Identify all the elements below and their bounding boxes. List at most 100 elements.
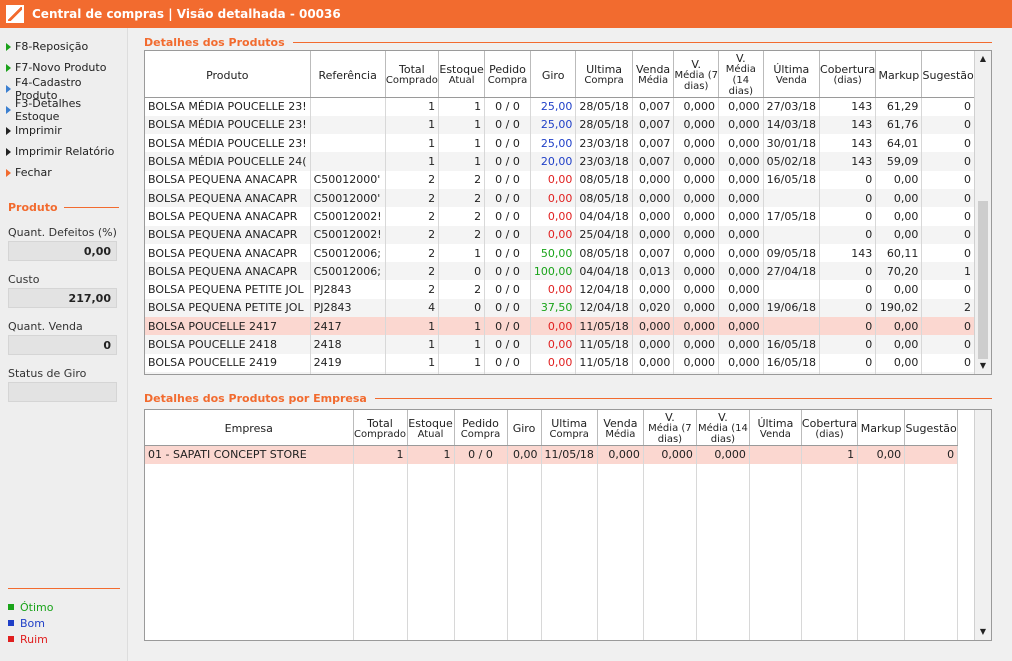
table-row[interactable]: BOLSA POUCELLE 2417 2417 1 1 0 / 0 0,00 11/05/… [145,317,991,336]
table-cell: 08/05/18 [575,188,633,208]
empresa-grid[interactable]: Empresa Total Comprado Estoque Atual Pedido Co… [144,409,992,641]
column-header[interactable]: Ultima Compra [575,51,633,98]
column-header[interactable]: Markup [857,410,906,446]
table-cell: 0,000 [673,298,720,318]
table-cell: 0 / 0 [484,262,531,281]
table-cell: 0 [921,280,975,299]
column-header[interactable]: V. Média (14 dias) [718,51,764,98]
table-cell: 0 [819,170,877,189]
column-header[interactable]: V. Média (14 dias) [696,410,750,446]
column-header[interactable]: Cobertura (dias) [801,410,859,446]
table-row[interactable]: BOLSA MÉDIA POUCELLE 23! 1 1 0 / 0 25,00 28/0… [145,115,991,135]
table-cell: 0,000 [718,134,764,153]
column-header[interactable]: Total Comprado [385,51,440,98]
table-row[interactable]: BOLSA PEQUENA PETITE JOL PJ2843 2 2 0 / 0 0,0… [145,280,991,299]
menu-item-3[interactable]: F3-Detalhes Estoque [6,97,127,123]
column-header[interactable]: Estoque Atual [438,51,486,98]
column-header[interactable]: Pedido Compra [454,410,508,446]
table-row[interactable]: 01 - SAPATI CONCEPT STORE 1 1 0 / 0 0,00 11/0… [145,445,959,464]
table-cell: 0,00 [875,371,923,374]
column-header[interactable]: Última Venda [749,410,802,446]
empty-cell [597,591,644,611]
scroll-up-icon[interactable]: ▲ [977,53,989,65]
scroll-thumb[interactable] [978,201,988,359]
column-header[interactable]: Sugestão [921,51,975,98]
column-header[interactable]: Markup [875,51,923,98]
table-cell: 0 / 0 [484,353,531,372]
table-cell: 0 [921,335,975,354]
empresa-scrollbar[interactable]: ▼ [974,410,991,640]
produto-section-label: Produto [8,201,127,214]
table-row[interactable]: BOLSA POUCELLE 24202420110 / 00,0011/05/… [145,371,991,374]
table-cell: 1 [438,317,486,336]
legend-square-icon [8,636,14,642]
empty-cell [541,482,598,501]
column-header[interactable]: Venda Média [597,410,644,446]
table-cell: BOLSA MÉDIA POUCELLE 24( [145,152,311,171]
empty-cell [597,518,644,537]
arrow-right-icon [6,168,11,177]
empty-cell [857,536,906,556]
column-header[interactable]: Empresa [145,410,354,446]
table-cell: C50012000' [310,188,386,208]
table-row[interactable]: BOLSA PEQUENA ANACAPR C50012000' 2 2 0 / 0 0,… [145,170,991,189]
table-row[interactable]: BOLSA POUCELLE 2419 2419 1 1 0 / 0 0,00 11/05/… [145,353,991,372]
table-cell: 0,000 [718,97,764,116]
empty-cell [904,555,959,574]
menu-item-0[interactable]: F8-Reposição [6,36,127,57]
column-header[interactable]: Venda Média [632,51,675,98]
table-cell: 12/04/18 [575,280,633,299]
table-row[interactable]: BOLSA PEQUENA ANACAPR C50012006; 2 0 0 / 0 10… [145,262,991,281]
table-cell: 25/04/18 [575,225,633,244]
table-cell: 0,000 [673,115,720,135]
empty-cell [407,573,455,592]
column-header[interactable]: Última Venda [763,51,821,98]
empty-cell [857,610,906,629]
column-header[interactable]: Referência [310,51,386,98]
table-cell: 0 / 0 [484,371,531,374]
table-cell: 17/05/18 [763,207,821,226]
column-header[interactable]: Pedido Compra [484,51,531,98]
column-header[interactable]: V. Média (7 dias) [643,410,697,446]
table-row[interactable]: BOLSA MÉDIA POUCELLE 23! 1 1 0 / 0 25,00 28/0… [145,97,991,116]
produtos-scrollbar[interactable]: ▲ ▼ [974,51,991,374]
table-cell: 1 [385,152,440,171]
empty-cell [904,610,959,629]
table-cell: 0 [819,298,877,318]
column-header[interactable]: Giro [530,51,577,98]
table-row[interactable]: BOLSA MÉDIA POUCELLE 24(1 1 0 / 0 20,00 23/0… [145,152,991,171]
column-header[interactable]: Estoque Atual [407,410,455,446]
column-header[interactable]: Total Comprado [353,410,408,446]
table-row[interactable]: BOLSA PEQUENA ANACAPR C50012002! 2 2 0 / 0 0,… [145,207,991,226]
column-header[interactable]: Produto [145,51,311,98]
table-row[interactable]: BOLSA PEQUENA ANACAPR C50012000' 2 2 0 / 0 0,… [145,188,991,208]
empty-cell [353,591,408,611]
table-row[interactable]: BOLSA PEQUENA PETITE JOL PJ2843 4 0 0 / 0 37,… [145,298,991,318]
column-header[interactable]: Ultima Compra [541,410,598,446]
produtos-grid[interactable]: Produto Referência Total Comprado Estoque Atu… [144,50,992,375]
table-row[interactable]: BOLSA PEQUENA ANACAPR C50012006; 2 1 0 / 0 50… [145,243,991,263]
table-cell: PJ2843 [310,298,386,318]
column-header[interactable]: Sugestão [904,410,959,446]
table-cell: 2 [438,207,486,226]
table-cell: 04/04/18 [575,207,633,226]
table-cell: 0,000 [718,371,764,374]
table-row[interactable]: BOLSA POUCELLE 2418 2418 1 1 0 / 0 0,00 11/05/… [145,335,991,354]
menu-item-5[interactable]: Imprimir Relatório [6,141,127,162]
table-cell: C50012002! [310,207,386,226]
empty-cell [643,463,697,483]
menu-item-6[interactable]: Fechar [6,162,127,183]
column-header[interactable]: Cobertura (dias) [819,51,877,98]
empty-cell [407,628,455,640]
scroll-down-icon[interactable]: ▼ [977,360,989,372]
empty-cell [857,591,906,611]
table-row[interactable]: BOLSA MÉDIA POUCELLE 23! 1 1 0 / 0 25,00 23/0… [145,134,991,153]
empty-cell [904,518,959,537]
legend-label: Bom [20,616,45,630]
scroll-down-icon[interactable]: ▼ [977,626,989,638]
column-header[interactable]: V. Média (7 dias) [673,51,720,98]
table-row[interactable]: BOLSA PEQUENA ANACAPR C50012002! 2 2 0 / 0 0,… [145,225,991,244]
venda-value: 0 [8,335,117,355]
column-header[interactable]: Giro [507,410,542,446]
menu-item-4[interactable]: Imprimir [6,120,127,141]
